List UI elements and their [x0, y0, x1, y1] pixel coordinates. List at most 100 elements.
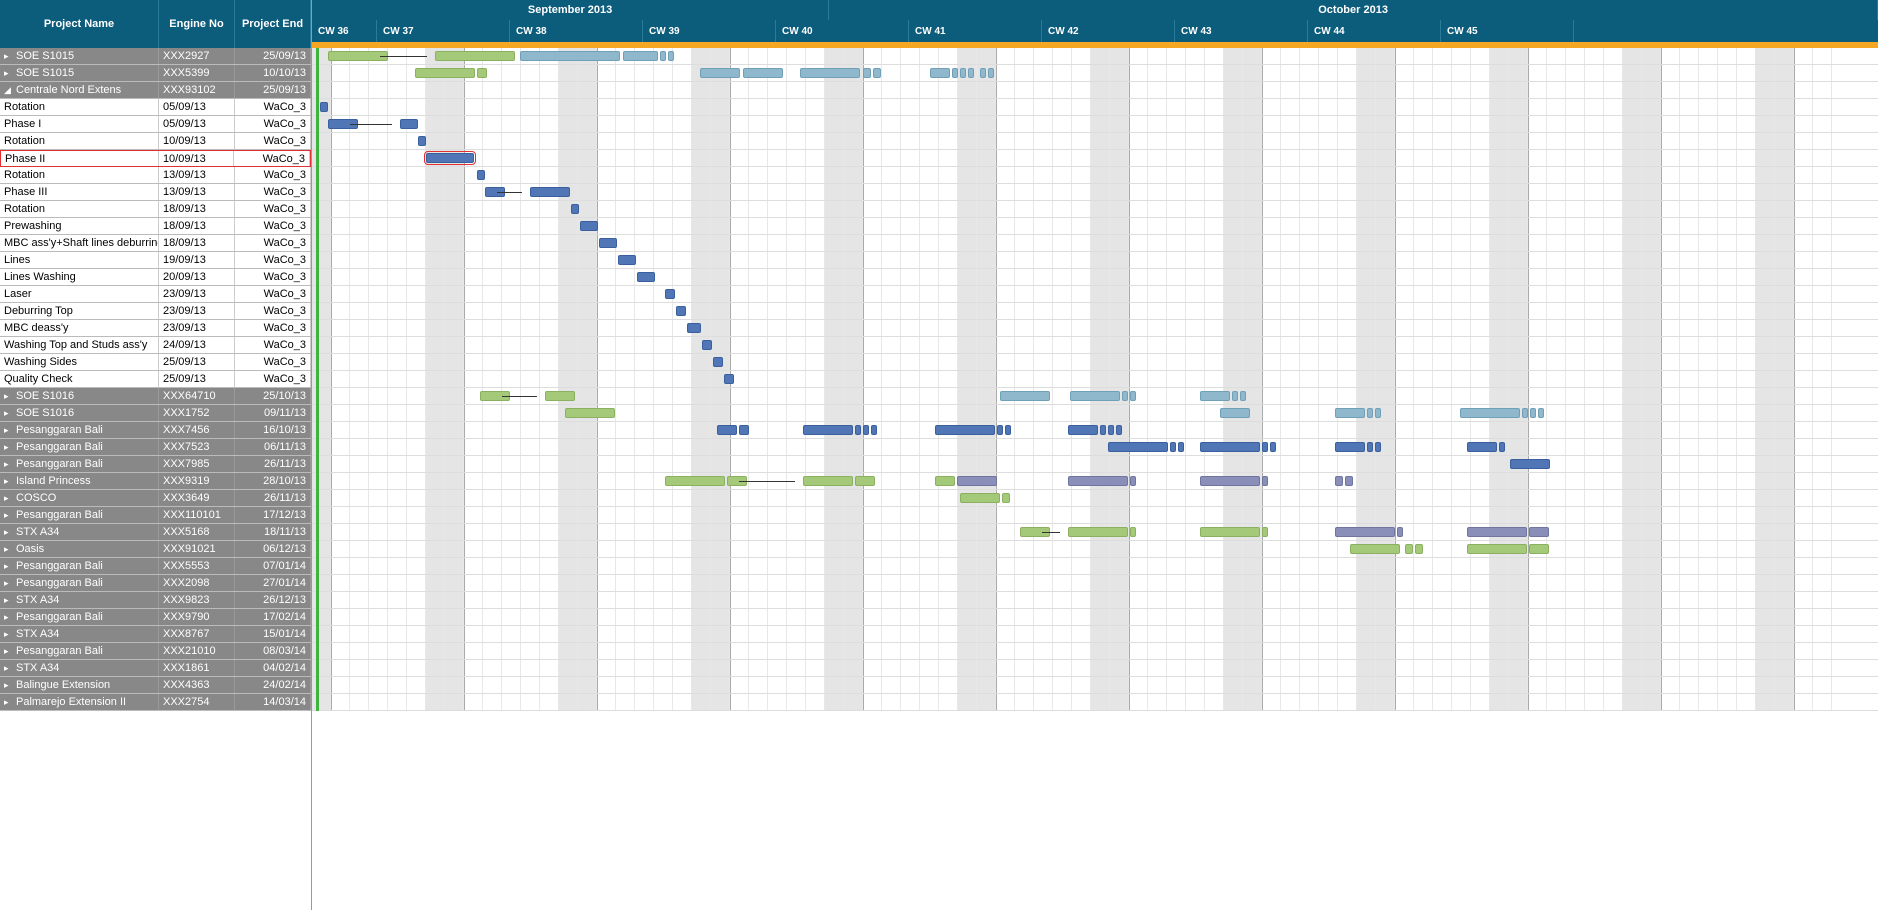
expand-icon[interactable]: ▸ [4, 646, 14, 657]
gantt-bar[interactable] [1529, 527, 1549, 537]
timeline-row[interactable] [312, 558, 1878, 575]
task-row[interactable]: Lines Washing20/09/13WaCo_3 [0, 269, 311, 286]
timeline-row[interactable] [312, 48, 1878, 65]
expand-icon[interactable]: ▸ [4, 391, 14, 402]
gantt-bar[interactable] [980, 68, 986, 78]
gantt-bar[interactable] [803, 425, 853, 435]
timeline-row[interactable] [312, 354, 1878, 371]
gantt-bar[interactable] [530, 187, 570, 197]
gantt-bar[interactable] [1367, 408, 1373, 418]
gantt-bar[interactable] [545, 391, 575, 401]
timeline-row[interactable] [312, 490, 1878, 507]
project-row[interactable]: ▸Pesanggaran BaliXXX209827/01/14 [0, 575, 311, 592]
gantt-bar[interactable] [713, 357, 723, 367]
expand-icon[interactable]: ▸ [4, 510, 14, 521]
timeline-row[interactable] [312, 235, 1878, 252]
collapse-icon[interactable]: ◢ [4, 85, 14, 96]
project-row[interactable]: ▸Pesanggaran BaliXXX2101008/03/14 [0, 643, 311, 660]
gantt-bar[interactable] [1499, 442, 1505, 452]
gantt-bar[interactable] [873, 68, 881, 78]
expand-icon[interactable]: ▸ [4, 561, 14, 572]
project-row[interactable]: ▸SOE S1015XXX292725/09/13 [0, 48, 311, 65]
gantt-bar[interactable] [1068, 425, 1098, 435]
timeline-row[interactable] [312, 337, 1878, 354]
gantt-bar[interactable] [1100, 425, 1106, 435]
gantt-bar[interactable] [1068, 527, 1128, 537]
gantt-bar[interactable] [863, 68, 871, 78]
gantt-bar[interactable] [855, 425, 861, 435]
gantt-bar[interactable] [739, 425, 749, 435]
gantt-bar[interactable] [717, 425, 737, 435]
project-row[interactable]: ▸Balingue ExtensionXXX436324/02/14 [0, 677, 311, 694]
project-row[interactable]: ▸Pesanggaran BaliXXX555307/01/14 [0, 558, 311, 575]
timeline-row[interactable] [312, 218, 1878, 235]
gantt-bar[interactable] [957, 476, 997, 486]
expand-icon[interactable]: ▸ [4, 595, 14, 606]
expand-icon[interactable]: ▸ [4, 680, 14, 691]
gantt-bar[interactable] [1335, 527, 1395, 537]
gantt-bar[interactable] [1070, 391, 1120, 401]
task-row[interactable]: Rotation10/09/13WaCo_3 [0, 133, 311, 150]
project-row[interactable]: ▸SOE S1016XXX175209/11/13 [0, 405, 311, 422]
gantt-bar[interactable] [871, 425, 877, 435]
timeline-row[interactable] [312, 371, 1878, 388]
expand-icon[interactable]: ▸ [4, 527, 14, 538]
task-row[interactable]: Phase I05/09/13WaCo_3 [0, 116, 311, 133]
task-row[interactable]: Washing Sides25/09/13WaCo_3 [0, 354, 311, 371]
expand-icon[interactable]: ▸ [4, 629, 14, 640]
gantt-bar[interactable] [1375, 442, 1381, 452]
timeline-row[interactable] [312, 286, 1878, 303]
gantt-bar[interactable] [571, 204, 579, 214]
gantt-bar[interactable] [320, 102, 328, 112]
gantt-bar[interactable] [700, 68, 740, 78]
timeline-row[interactable] [312, 473, 1878, 490]
gantt-bar[interactable] [1130, 527, 1136, 537]
gantt-bar[interactable] [565, 408, 615, 418]
expand-icon[interactable]: ▸ [4, 442, 14, 453]
task-row[interactable]: Quality Check25/09/13WaCo_3 [0, 371, 311, 388]
project-row[interactable]: ▸Pesanggaran BaliXXX798526/11/13 [0, 456, 311, 473]
task-row[interactable]: Phase III13/09/13WaCo_3 [0, 184, 311, 201]
gantt-bar[interactable] [1467, 544, 1527, 554]
gantt-bar[interactable] [1375, 408, 1381, 418]
timeline-row[interactable] [312, 99, 1878, 116]
timeline-row[interactable] [312, 201, 1878, 218]
timeline-row[interactable] [312, 592, 1878, 609]
gantt-bar[interactable] [968, 68, 974, 78]
gantt-bar[interactable] [1116, 425, 1122, 435]
project-row[interactable]: ▸Pesanggaran BaliXXX745616/10/13 [0, 422, 311, 439]
timeline-row[interactable] [312, 507, 1878, 524]
timeline-row[interactable] [312, 456, 1878, 473]
gantt-bar[interactable] [1002, 493, 1010, 503]
expand-icon[interactable]: ▸ [4, 493, 14, 504]
task-row[interactable]: Phase II10/09/13WaCo_3 [0, 150, 311, 167]
gantt-bar[interactable] [863, 425, 869, 435]
gantt-bar[interactable] [1178, 442, 1184, 452]
task-row[interactable]: Rotation18/09/13WaCo_3 [0, 201, 311, 218]
task-row[interactable]: MBC deass'y23/09/13WaCo_3 [0, 320, 311, 337]
gantt-bar[interactable] [1460, 408, 1520, 418]
timeline-row[interactable] [312, 184, 1878, 201]
gantt-bar[interactable] [676, 306, 686, 316]
expand-icon[interactable]: ▸ [4, 663, 14, 674]
gantt-bar[interactable] [1240, 391, 1246, 401]
project-row[interactable]: ▸OasisXXX9102106/12/13 [0, 541, 311, 558]
expand-icon[interactable]: ▸ [4, 408, 14, 419]
gantt-bar[interactable] [1467, 442, 1497, 452]
expand-icon[interactable]: ▸ [4, 459, 14, 470]
gantt-bar[interactable] [1200, 476, 1260, 486]
project-row[interactable]: ▸STX A34XXX982326/12/13 [0, 592, 311, 609]
gantt-bar[interactable] [1270, 442, 1276, 452]
gantt-bar[interactable] [1397, 527, 1403, 537]
gantt-bar[interactable] [997, 425, 1003, 435]
project-row[interactable]: ▸Island PrincessXXX931928/10/13 [0, 473, 311, 490]
expand-icon[interactable]: ▸ [4, 476, 14, 487]
project-row[interactable]: ▸Pesanggaran BaliXXX979017/02/14 [0, 609, 311, 626]
gantt-bar[interactable] [599, 238, 617, 248]
gantt-bar[interactable] [618, 255, 636, 265]
gantt-bar[interactable] [743, 68, 783, 78]
gantt-bar[interactable] [435, 51, 515, 61]
gantt-bar[interactable] [660, 51, 666, 61]
gantt-bar[interactable] [1200, 391, 1230, 401]
col-header-engine[interactable]: Engine No [159, 0, 235, 48]
